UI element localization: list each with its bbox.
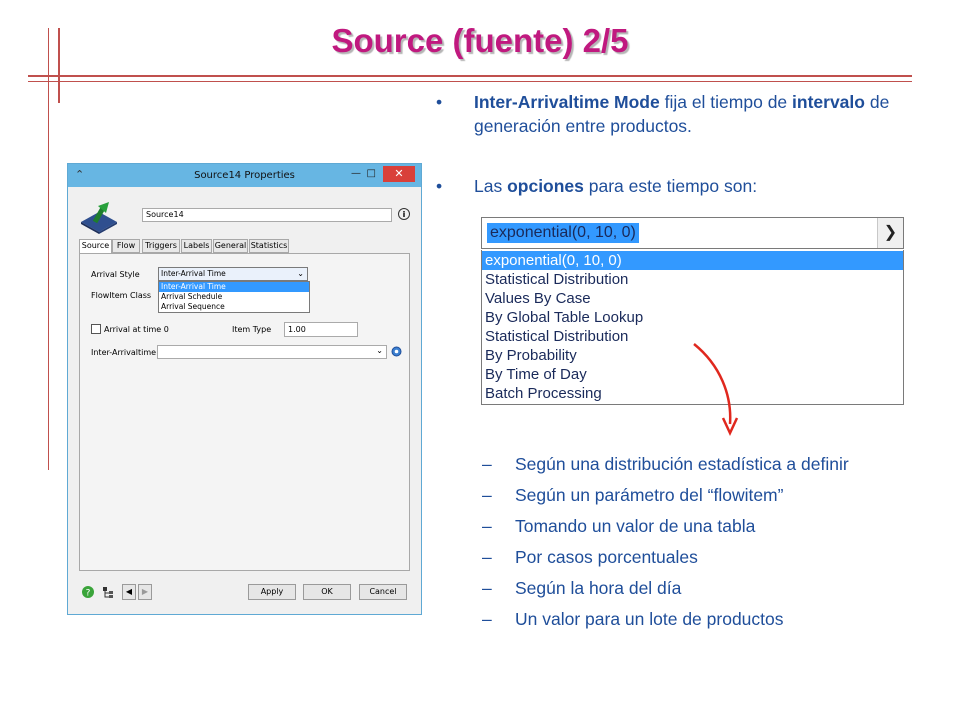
info-icon[interactable]: i (398, 208, 410, 220)
slide-title: Source (fuente) 2/5 (331, 22, 629, 59)
bullet-text: Las (474, 176, 508, 196)
inter-arrivaltime-label: Inter-Arrivaltime (91, 348, 157, 357)
bullet-text: para este tiempo son: (583, 176, 758, 196)
arrival-style-dropdown: Inter-Arrival Time Arrival Schedule Arri… (158, 281, 310, 313)
svg-text:?: ? (86, 589, 91, 599)
sub-item: – Un valor para un lote de productos (482, 609, 784, 629)
sub-item: – Según un parámetro del “flowitem” (482, 485, 784, 505)
arrival-at-time0-label: Arrival at time 0 (104, 325, 169, 334)
tab-labels[interactable]: Labels (181, 239, 212, 253)
tab-triggers[interactable]: Triggers (142, 239, 180, 253)
option-item[interactable]: By Global Table Lookup (482, 308, 903, 327)
ok-button[interactable]: OK (303, 584, 351, 600)
bullet-bold-opciones: opciones (507, 176, 584, 196)
cancel-button[interactable]: Cancel (359, 584, 407, 600)
arrival-style-option[interactable]: Arrival Schedule (159, 292, 309, 302)
inter-arrival-select[interactable]: exponential(0, 10, 0) ❯ (481, 217, 904, 249)
arrival-at-time0-checkbox[interactable] (91, 324, 101, 334)
arrival-style-select[interactable]: Inter-Arrival Time ⌄ (158, 267, 308, 281)
option-item[interactable]: exponential(0, 10, 0) (482, 251, 903, 270)
decor-horizontal-line-top (28, 75, 912, 77)
arrival-style-label: Arrival Style (91, 270, 140, 279)
arrival-style-option[interactable]: Inter-Arrival Time (159, 282, 309, 292)
apply-button[interactable]: Apply (248, 584, 296, 600)
option-item[interactable]: Values By Case (482, 289, 903, 308)
bullet-list: • Inter-Arrivaltime Mode fija el tiempo … (436, 90, 906, 198)
previous-button[interactable]: ◀ (122, 584, 136, 600)
bullet-bold-intervalo: intervalo (792, 92, 865, 112)
bullet-dot: • (436, 92, 443, 112)
item-type-input[interactable]: 1.00 (284, 322, 358, 337)
gear-icon[interactable] (390, 345, 403, 358)
inter-arrivaltime-select[interactable]: ⌄ (157, 345, 387, 359)
minimize-icon[interactable]: — (351, 168, 361, 179)
decor-vertical-line-left (48, 28, 49, 470)
decor-horizontal-line-bottom (28, 81, 912, 82)
next-button[interactable]: ▶ (138, 584, 152, 600)
bullet-dot: • (436, 176, 443, 196)
bullet-inter-arrival: • Inter-Arrivaltime Mode fija el tiempo … (436, 90, 906, 138)
maximize-icon[interactable]: □ (367, 168, 376, 179)
bottom-toolbar: ? ◀ ▶ Apply OK Cancel (79, 582, 410, 602)
chevron-down-icon[interactable]: ❯ (877, 218, 903, 248)
arrival-style-value: Inter-Arrival Time (161, 269, 226, 278)
bullet-opciones: • Las opciones para este tiempo son: (436, 174, 906, 198)
arrival-style-option[interactable]: Arrival Sequence (159, 302, 309, 312)
close-icon[interactable]: ✕ (383, 166, 415, 182)
sub-item: – Tomando un valor de una tabla (482, 516, 756, 536)
bullet-bold-mode: Inter-Arrivaltime Mode (474, 92, 660, 112)
options-sub-list: – Según una distribución estadística a de… (482, 453, 902, 639)
window-titlebar: ⌃ Source14 Properties — □ ✕ (68, 164, 421, 187)
help-icon[interactable]: ? (81, 584, 95, 600)
flowitem-class-label: FlowItem Class (91, 291, 152, 300)
curved-arrow-icon (693, 343, 739, 436)
option-item[interactable]: Statistical Distribution (482, 270, 903, 289)
properties-window: ⌃ Source14 Properties — □ ✕ Source14 i S… (67, 163, 422, 615)
selected-value: exponential(0, 10, 0) (487, 223, 639, 243)
chevron-down-icon: ⌄ (297, 269, 304, 278)
sub-item: – Por casos porcentuales (482, 547, 698, 567)
tab-statistics[interactable]: Statistics (249, 239, 289, 253)
source-object-icon (81, 202, 117, 234)
tree-view-icon[interactable] (101, 584, 115, 600)
sub-item: – Según una distribución estadística a de… (482, 454, 849, 474)
bullet-text: fija el tiempo de (659, 92, 793, 112)
chevron-down-icon: ⌄ (376, 346, 383, 355)
tab-flow[interactable]: Flow (112, 239, 140, 253)
tab-source[interactable]: Source (79, 239, 112, 254)
object-name-input[interactable]: Source14 (142, 208, 392, 222)
sub-item: – Según la hora del día (482, 578, 682, 598)
tab-general[interactable]: General (213, 239, 248, 253)
item-type-label: Item Type (232, 325, 272, 334)
